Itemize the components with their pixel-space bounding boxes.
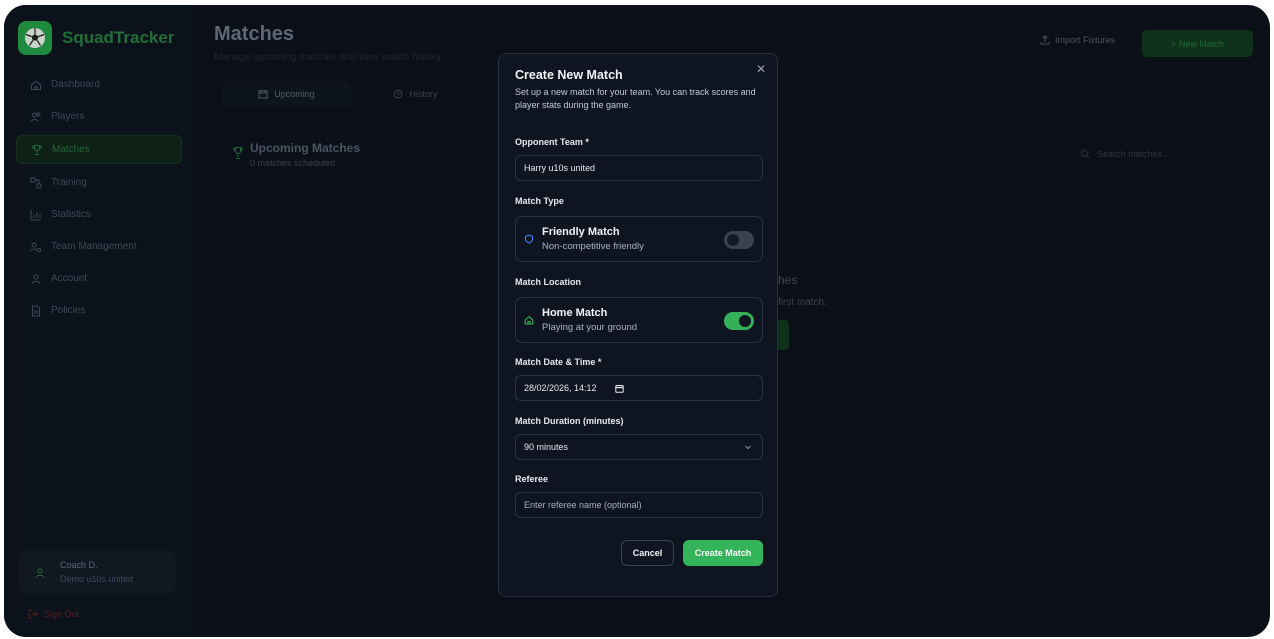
sidebar-item-team-management[interactable]: Team Management — [16, 233, 182, 260]
new-match-button[interactable]: + New Match — [1142, 30, 1253, 57]
opponent-team-value: Harry u10s united — [524, 163, 596, 173]
tab-history[interactable]: History — [351, 81, 480, 107]
sidebar-item-label: Statistics — [51, 209, 92, 220]
user-team: Demo u10s united — [60, 574, 134, 584]
sidebar-item-statistics[interactable]: Statistics — [16, 201, 182, 228]
user-icon — [31, 273, 41, 284]
friendly-match-toggle[interactable] — [724, 231, 754, 249]
sidebar-item-label: Players — [51, 111, 85, 122]
match-tabs: Upcoming History — [222, 81, 480, 107]
section-title: Upcoming Matches — [250, 141, 361, 155]
match-datetime-input[interactable]: 28/02/2026, 14:12 — [515, 375, 763, 401]
import-fixtures-button[interactable]: Import Fixtures — [1040, 35, 1115, 45]
trophy-icon — [31, 144, 43, 155]
import-fixtures-label: Import Fixtures — [1055, 35, 1116, 45]
match-duration-label: Match Duration (minutes) — [515, 416, 624, 426]
match-datetime-value: 28/02/2026, 14:12 — [524, 383, 597, 393]
friendly-match-subtitle: Non-competitive friendly — [542, 241, 644, 252]
referee-input[interactable]: Enter referee name (optional) — [515, 492, 763, 518]
chevron-down-icon — [745, 445, 751, 450]
sidebar-item-label: Account — [51, 273, 88, 284]
calendar-icon — [258, 90, 268, 99]
home-icon — [31, 79, 41, 90]
friendly-match-title: Friendly Match — [542, 226, 620, 238]
sign-out-button[interactable]: Sign Out — [28, 609, 79, 619]
sidebar-item-policies[interactable]: Policies — [16, 297, 182, 324]
users-icon — [30, 112, 41, 122]
logout-icon — [28, 609, 38, 619]
trophy-icon — [232, 147, 244, 159]
match-location-label: Match Location — [515, 277, 582, 287]
referee-label: Referee — [515, 474, 549, 484]
sidebar-item-dashboard[interactable]: Dashboard — [16, 71, 182, 98]
document-icon — [32, 305, 40, 316]
home-match-toggle[interactable] — [724, 312, 754, 330]
match-datetime-label: Match Date & Time * — [515, 357, 602, 367]
sidebar-item-account[interactable]: Account — [16, 265, 182, 292]
opponent-label: Opponent Team * — [515, 137, 589, 147]
tab-upcoming[interactable]: Upcoming — [222, 81, 351, 107]
close-icon[interactable]: ✕ — [756, 62, 766, 76]
bar-chart-icon — [30, 209, 41, 220]
app-name: SquadTracker — [62, 28, 175, 47]
sidebar: SquadTracker Dashboard Players Matches T… — [4, 5, 194, 637]
opponent-team-input[interactable]: Harry u10s united — [515, 155, 763, 181]
dialog-title: Create New Match — [515, 68, 623, 82]
match-type-label: Match Type — [515, 196, 564, 206]
sidebar-item-label: Dashboard — [51, 79, 100, 90]
toggle-knob — [727, 234, 739, 246]
sidebar-item-label: Policies — [51, 305, 86, 316]
sidebar-item-label: Training — [51, 177, 87, 188]
sign-out-label: Sign Out — [44, 609, 80, 619]
tab-label: History — [409, 89, 438, 99]
sidebar-item-label: Team Management — [51, 241, 137, 252]
match-duration-select[interactable]: 90 minutes — [515, 434, 763, 460]
drill-icon — [30, 177, 42, 188]
home-match-title: Home Match — [542, 307, 608, 319]
upload-icon — [1040, 35, 1050, 45]
referee-placeholder: Enter referee name (optional) — [524, 500, 642, 510]
empty-state-subtitle: first match. — [778, 297, 827, 308]
home-icon — [524, 315, 534, 325]
cancel-button[interactable]: Cancel — [621, 540, 674, 566]
app-window: SquadTracker Dashboard Players Matches T… — [4, 5, 1270, 637]
soccer-ball-logo-icon — [18, 21, 52, 55]
empty-state-button[interactable] — [778, 320, 789, 350]
sidebar-item-label: Matches — [52, 144, 90, 155]
sidebar-item-players[interactable]: Players — [16, 103, 182, 130]
dialog-description: Set up a new match for your team. You ca… — [515, 87, 756, 110]
history-icon — [394, 89, 403, 99]
search-matches-input[interactable]: Search matches... — [1080, 149, 1170, 159]
page-title: Matches — [214, 23, 295, 45]
search-placeholder: Search matches... — [1097, 149, 1170, 159]
match-location-card[interactable]: Home Match Playing at your ground — [515, 297, 763, 343]
user-icon — [35, 568, 45, 579]
team-settings-icon — [30, 242, 42, 252]
sidebar-item-training[interactable]: Training — [16, 169, 182, 196]
toggle-knob — [739, 315, 751, 327]
home-match-subtitle: Playing at your ground — [542, 322, 638, 333]
sidebar-item-matches[interactable]: Matches — [16, 135, 182, 164]
brand[interactable]: SquadTracker — [18, 21, 174, 55]
shield-icon — [524, 234, 534, 244]
page-subtitle: Manage upcoming matches and view match h… — [214, 52, 442, 63]
section-subtitle: 0 matches scheduled — [250, 158, 336, 168]
user-card[interactable]: Coach D. Demo u10s united — [18, 551, 176, 593]
calendar-icon[interactable] — [614, 384, 624, 393]
sidebar-nav: Dashboard Players Matches Training Stati… — [16, 71, 182, 329]
search-icon — [1080, 149, 1090, 159]
create-match-button[interactable]: Create Match — [683, 540, 763, 566]
tab-label: Upcoming — [274, 89, 315, 99]
user-name: Coach D. — [60, 560, 98, 570]
empty-state-title: hes — [778, 273, 798, 287]
match-duration-value: 90 minutes — [524, 442, 569, 452]
match-type-card[interactable]: Friendly Match Non-competitive friendly — [515, 216, 763, 262]
create-match-dialog: ✕ Create New Match Set up a new match fo… — [498, 53, 778, 597]
